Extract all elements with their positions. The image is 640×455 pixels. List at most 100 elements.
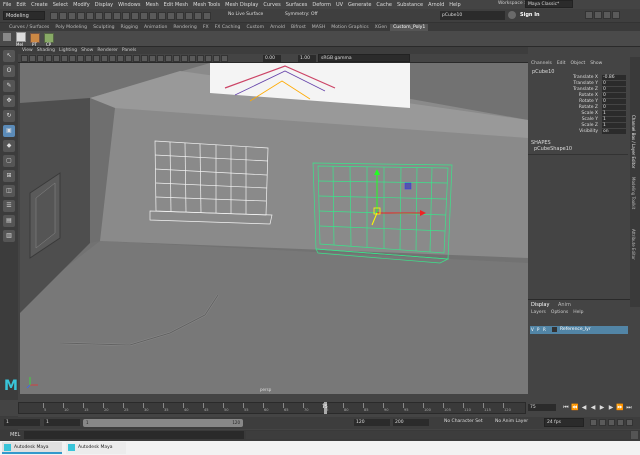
channel-attr-value[interactable]: 1	[602, 123, 626, 128]
menu-mesh-display[interactable]: Mesh Display	[225, 2, 258, 8]
mel-label[interactable]: MEL	[10, 432, 20, 438]
graph-icon[interactable]: ▥	[3, 230, 15, 242]
object-name-field[interactable]: pCube10	[440, 11, 505, 20]
shelf-tab[interactable]: Curves / Surfaces	[6, 24, 52, 31]
rotate-tool-icon[interactable]: ↻	[3, 110, 15, 122]
menu-generate[interactable]: Generate	[348, 2, 371, 8]
viewport-toolbar-icon[interactable]	[117, 55, 124, 62]
command-input[interactable]	[24, 431, 244, 439]
viewport-toolbar-icon[interactable]	[141, 55, 148, 62]
playblast-icon[interactable]	[203, 12, 211, 20]
outliner-icon[interactable]: ▤	[3, 215, 15, 227]
viewport-toolbar-icon[interactable]	[45, 55, 52, 62]
mel-shelf-icon[interactable]	[16, 32, 26, 42]
snap-point-icon[interactable]	[140, 12, 148, 20]
viewport-toolbar-icon[interactable]	[53, 55, 60, 62]
menu-uv[interactable]: UV	[336, 2, 343, 8]
layout-four-icon[interactable]: ⊞	[3, 170, 15, 182]
menu-cache[interactable]: Cache	[376, 2, 392, 8]
channelbox-menu-channels[interactable]: Channels	[531, 61, 552, 66]
tab-anim[interactable]: Anim	[558, 302, 571, 308]
shelf-tab[interactable]: FX Caching	[212, 24, 244, 31]
tab-channel-box[interactable]: Channel Box / Layer Editor	[631, 115, 636, 168]
layer-name[interactable]: Reference_lyr	[560, 327, 591, 332]
script-editor-icon[interactable]	[631, 431, 638, 439]
tab-modeling-toolkit[interactable]: Modeling Toolkit	[631, 177, 636, 209]
channel-attr-value[interactable]: on	[602, 129, 626, 134]
viewport-toolbar-icon[interactable]	[85, 55, 92, 62]
audio-icon[interactable]	[617, 419, 624, 426]
step-forward-icon[interactable]: ▶	[607, 404, 615, 412]
save-scene-icon[interactable]	[68, 12, 76, 20]
shelf-tab[interactable]: Rigging	[118, 24, 141, 31]
channel-row[interactable]: Visibility on	[528, 129, 628, 135]
loop-icon[interactable]	[626, 419, 633, 426]
select-component-icon[interactable]	[113, 12, 121, 20]
play-forward-icon[interactable]: ▶	[598, 404, 606, 412]
menu-create[interactable]: Create	[31, 2, 48, 8]
end-frame-field[interactable]: 200	[393, 419, 429, 426]
key-icon[interactable]	[590, 419, 597, 426]
viewport-menu-view[interactable]: View	[22, 48, 33, 53]
layout-stack-icon[interactable]: ☰	[3, 200, 15, 212]
mode-dropdown[interactable]: Modeling	[3, 11, 45, 20]
menu-modify[interactable]: Modify	[73, 2, 90, 8]
select-tool-icon[interactable]: ↖	[3, 50, 15, 62]
snap-plane-icon[interactable]	[149, 12, 157, 20]
menu-deform[interactable]: Deform	[312, 2, 331, 8]
viewport-toolbar-icon[interactable]	[213, 55, 220, 62]
layout-side-icon[interactable]: ◫	[3, 185, 15, 197]
range-end-field[interactable]: 120	[354, 419, 390, 426]
menu-surfaces[interactable]: Surfaces	[286, 2, 308, 8]
viewport-toolbar-icon[interactable]	[189, 55, 196, 62]
select-object-icon[interactable]	[104, 12, 112, 20]
prefs-icon[interactable]	[608, 419, 615, 426]
viewport-toolbar-icon[interactable]	[221, 55, 228, 62]
layer-menu-options[interactable]: Options	[551, 310, 568, 315]
fps-dropdown[interactable]: 24 fps	[544, 418, 584, 427]
layer-visible-toggle[interactable]: V	[531, 327, 534, 332]
layer-menu-help[interactable]: Help	[573, 310, 583, 315]
snap-grid-icon[interactable]	[122, 12, 130, 20]
menu-edit-mesh[interactable]: Edit Mesh	[164, 2, 188, 8]
shelf-tab[interactable]: Sculpting	[90, 24, 117, 31]
viewport-toolbar-icon[interactable]	[93, 55, 100, 62]
layer-row[interactable]: V P R Reference_lyr	[530, 326, 628, 334]
layer-playback-toggle[interactable]: P	[537, 327, 539, 332]
viewport-toolbar-icon[interactable]	[125, 55, 132, 62]
sign-in-button[interactable]: Sign In	[520, 12, 540, 18]
viewport-menu-show[interactable]: Show	[81, 48, 93, 53]
exposure-field[interactable]: 0.00	[263, 55, 281, 62]
render-settings-icon[interactable]	[185, 12, 193, 20]
menu-windows[interactable]: Windows	[118, 2, 140, 8]
viewport-toolbar-icon[interactable]	[77, 55, 84, 62]
shelf-tab[interactable]: Motion Graphics	[328, 24, 371, 31]
menu-help[interactable]: Help	[449, 2, 460, 8]
viewport-toolbar-icon[interactable]	[205, 55, 212, 62]
last-tool-icon[interactable]: ◆	[3, 140, 15, 152]
live-surface-label[interactable]: No Live Surface	[228, 12, 263, 17]
channel-attr-value[interactable]: 0	[602, 81, 626, 86]
channel-attr-value[interactable]: 1	[602, 111, 626, 116]
shelf-tab[interactable]: Bifrost	[288, 24, 309, 31]
viewport-toolbar-icon[interactable]	[61, 55, 68, 62]
attribute-editor-icon[interactable]	[594, 11, 602, 19]
range-start-field[interactable]: 1	[44, 419, 80, 426]
tab-display[interactable]: Display	[531, 302, 549, 308]
channel-attr-value[interactable]: 0	[602, 99, 626, 104]
menu-substance[interactable]: Substance	[397, 2, 423, 8]
start-frame-field[interactable]: 1	[4, 419, 40, 426]
viewport-toolbar-icon[interactable]	[133, 55, 140, 62]
step-back-key-icon[interactable]: ⏪	[571, 404, 579, 412]
tab-attribute-editor[interactable]: Attribute Editor	[631, 229, 636, 260]
open-scene-icon[interactable]	[59, 12, 67, 20]
go-start-icon[interactable]: ⏮	[562, 404, 570, 412]
viewport-toolbar-icon[interactable]	[29, 55, 36, 62]
step-back-icon[interactable]: ◀	[580, 404, 588, 412]
hypershade-icon[interactable]	[194, 12, 202, 20]
viewport-toolbar-icon[interactable]	[149, 55, 156, 62]
colorspace-dropdown[interactable]: sRGB gamma	[318, 54, 410, 62]
viewport-toolbar-icon[interactable]	[101, 55, 108, 62]
viewport-toolbar-icon[interactable]	[165, 55, 172, 62]
viewport-menu-shading[interactable]: Shading	[37, 48, 55, 53]
